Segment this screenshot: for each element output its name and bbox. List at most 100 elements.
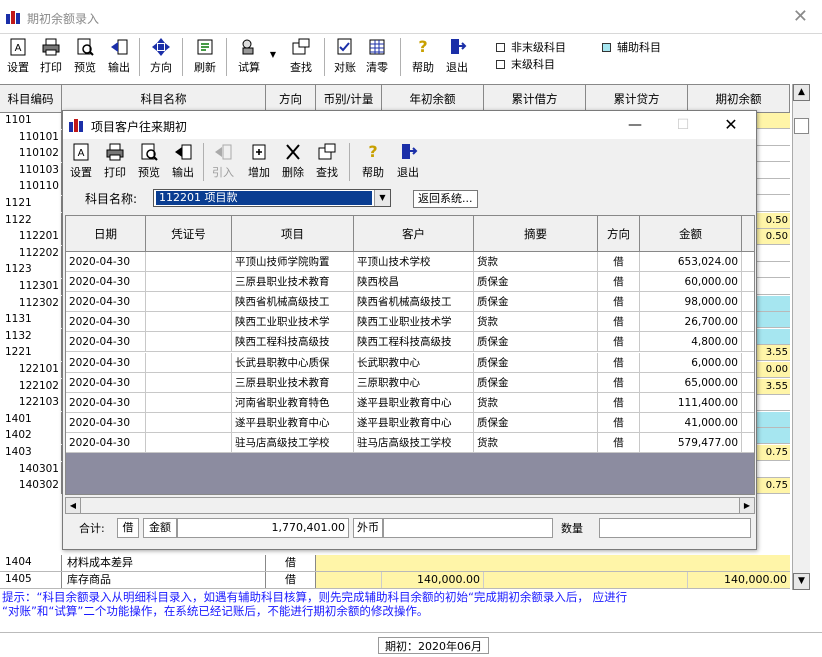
row-editable-area[interactable] — [316, 555, 790, 571]
closing-balance-cell[interactable]: 0.75 — [756, 445, 790, 460]
table-row[interactable]: 2020-04-30 驻马店高级技工学校 驻马店高级技工学校 货款借 579,477.0… — [66, 432, 754, 453]
cell-summary[interactable]: 质保金 — [474, 292, 598, 313]
closing-balance-cell[interactable] — [756, 395, 790, 410]
scroll-down-icon[interactable]: ▼ — [793, 573, 810, 590]
table-row[interactable]: 1404 材料成本差异 借 — [0, 555, 790, 572]
direction-button[interactable]: 方向 — [146, 38, 176, 78]
column-header[interactable]: 期初余额 — [688, 85, 790, 113]
cell-summary[interactable]: 质保金 — [474, 412, 598, 433]
closing-balance-cell[interactable] — [756, 262, 790, 277]
cell-project[interactable]: 陕西工程科技高级技 — [232, 332, 354, 353]
cell-date[interactable]: 2020-04-30 — [66, 352, 146, 373]
clear-button[interactable]: 清零 — [362, 38, 392, 78]
cell-amount[interactable]: 111,400.00 — [640, 392, 742, 413]
cell-customer[interactable]: 遂平县职业教育中心 — [354, 412, 474, 433]
cell-amount[interactable]: 98,000.00 — [640, 292, 742, 313]
scroll-left-icon[interactable]: ◀ — [66, 498, 81, 513]
closing-balance-cell[interactable]: 0.00 — [756, 362, 790, 377]
cell-direction[interactable]: 借 — [598, 332, 640, 353]
opening-balance-cell[interactable]: 140,000.00 — [382, 572, 484, 588]
cell-summary[interactable]: 质保金 — [474, 352, 598, 373]
cell-project[interactable]: 陕西工业职业技术学 — [232, 312, 354, 333]
exit-button[interactable]: 退出 — [442, 38, 472, 78]
closing-balance-cell[interactable] — [756, 312, 790, 328]
cell-summary[interactable]: 货款 — [474, 432, 598, 453]
cell-customer[interactable]: 陕西工程科技高级技 — [354, 332, 474, 353]
dialog-exit-button[interactable]: 退出 — [393, 143, 423, 183]
scroll-up-icon[interactable]: ▲ — [793, 84, 810, 101]
closing-balance-cell[interactable] — [756, 328, 790, 344]
cell-summary[interactable]: 质保金 — [474, 372, 598, 393]
scroll-right-icon[interactable]: ▶ — [739, 498, 754, 513]
dialog-export-button[interactable]: 输出 — [169, 143, 197, 183]
cell-date[interactable]: 2020-04-30 — [66, 252, 146, 272]
column-header[interactable]: 客户 — [354, 216, 474, 252]
refresh-button[interactable]: 刷新 — [190, 38, 220, 78]
cell-customer[interactable]: 平顶山技术学校 — [354, 252, 474, 272]
cell-amount[interactable]: 60,000.00 — [640, 272, 742, 293]
chevron-down-icon[interactable]: ▼ — [374, 190, 390, 206]
cell-date[interactable]: 2020-04-30 — [66, 392, 146, 413]
closing-balance-cell[interactable] — [756, 113, 790, 128]
column-header[interactable]: 项目 — [232, 216, 354, 252]
cell-amount[interactable]: 4,800.00 — [640, 332, 742, 353]
closing-balance-cell[interactable]: 0.50 — [756, 212, 790, 228]
dialog-print-button[interactable]: 打印 — [101, 143, 129, 183]
column-header[interactable]: 累计借方 — [484, 85, 586, 113]
table-row[interactable]: 2020-04-30 三原县职业技术教育 陕西校昌 质保金借 60,000.00 — [66, 272, 754, 293]
grid-vertical-scrollbar[interactable]: ▲ ▼ — [792, 84, 810, 590]
quantity-field[interactable] — [599, 518, 751, 538]
cell-amount[interactable]: 26,700.00 — [640, 312, 742, 333]
cell-amount[interactable]: 41,000.00 — [640, 412, 742, 433]
minimize-icon[interactable]: — — [615, 113, 655, 137]
closing-balance-cell[interactable] — [756, 246, 790, 261]
cell-summary[interactable]: 货款 — [474, 252, 598, 272]
column-header[interactable]: 科目名称 — [62, 85, 266, 113]
accumulated-cells[interactable] — [484, 572, 688, 588]
column-header[interactable]: 摘要 — [474, 216, 598, 252]
cell-date[interactable]: 2020-04-30 — [66, 312, 146, 333]
closing-balance-cell[interactable]: 0.75 — [756, 478, 790, 494]
cell-customer[interactable]: 遂平县职业教育中心 — [354, 392, 474, 413]
find-button[interactable]: 查找 — [286, 38, 316, 78]
dialog-help-button[interactable]: ? 帮助 — [359, 143, 387, 183]
table-row[interactable]: 2020-04-30 三原县职业技术教育 三原职教中心 质保金借 65,000.00 — [66, 372, 754, 393]
cell-project[interactable]: 三原县职业技术教育 — [232, 372, 354, 393]
cell-date[interactable]: 2020-04-30 — [66, 332, 146, 353]
cell-date[interactable]: 2020-04-30 — [66, 272, 146, 293]
cell-voucher[interactable] — [146, 272, 232, 293]
cell-direction[interactable]: 借 — [598, 352, 640, 373]
cell-voucher[interactable] — [146, 352, 232, 373]
window-close-icon[interactable]: ✕ — [793, 6, 808, 27]
closing-balance-cell[interactable] — [756, 428, 790, 444]
cell-project[interactable]: 遂平县职业教育中心 — [232, 412, 354, 433]
cell-voucher[interactable] — [146, 292, 232, 313]
closing-balance-cell[interactable]: 3.55 — [756, 345, 790, 361]
cell-summary[interactable]: 质保金 — [474, 272, 598, 293]
cell-voucher[interactable] — [146, 372, 232, 393]
currency-cell[interactable] — [316, 572, 382, 588]
dialog-delete-button[interactable]: 删除 — [279, 143, 307, 183]
closing-balance-cell[interactable] — [756, 411, 790, 427]
cell-customer[interactable]: 长武职教中心 — [354, 352, 474, 373]
closing-balance-cell[interactable]: 3.55 — [756, 378, 790, 394]
cell-summary[interactable]: 货款 — [474, 392, 598, 413]
closing-balance-cell[interactable] — [756, 179, 790, 194]
column-header[interactable]: 科目编码 — [0, 85, 62, 113]
horizontal-scrollbar[interactable]: ◀ ▶ — [65, 497, 755, 514]
cell-project[interactable]: 驻马店高级技工学校 — [232, 432, 354, 453]
cell-voucher[interactable] — [146, 392, 232, 413]
help-button[interactable]: ? 帮助 — [408, 38, 438, 78]
closing-balance-cell[interactable] — [756, 196, 790, 211]
closing-balance-cell[interactable] — [756, 130, 790, 145]
settings-button[interactable]: A 设置 — [4, 38, 32, 78]
cell-voucher[interactable] — [146, 412, 232, 433]
column-header[interactable]: 金额 — [640, 216, 742, 252]
cell-direction[interactable]: 借 — [598, 432, 640, 453]
subject-select[interactable]: 112201 项目款 ▼ — [153, 189, 391, 207]
reconcile-button[interactable]: 对账 — [330, 38, 360, 78]
table-row[interactable]: 2020-04-30 河南省职业教育特色 遂平县职业教育中心 货款借 111,400.0… — [66, 392, 754, 413]
column-header[interactable]: 凭证号 — [146, 216, 232, 252]
table-row[interactable]: 2020-04-30 长武县职教中心质保 长武职教中心 质保金借 6,000.00 — [66, 352, 754, 373]
cell-amount[interactable]: 579,477.00 — [640, 432, 742, 453]
